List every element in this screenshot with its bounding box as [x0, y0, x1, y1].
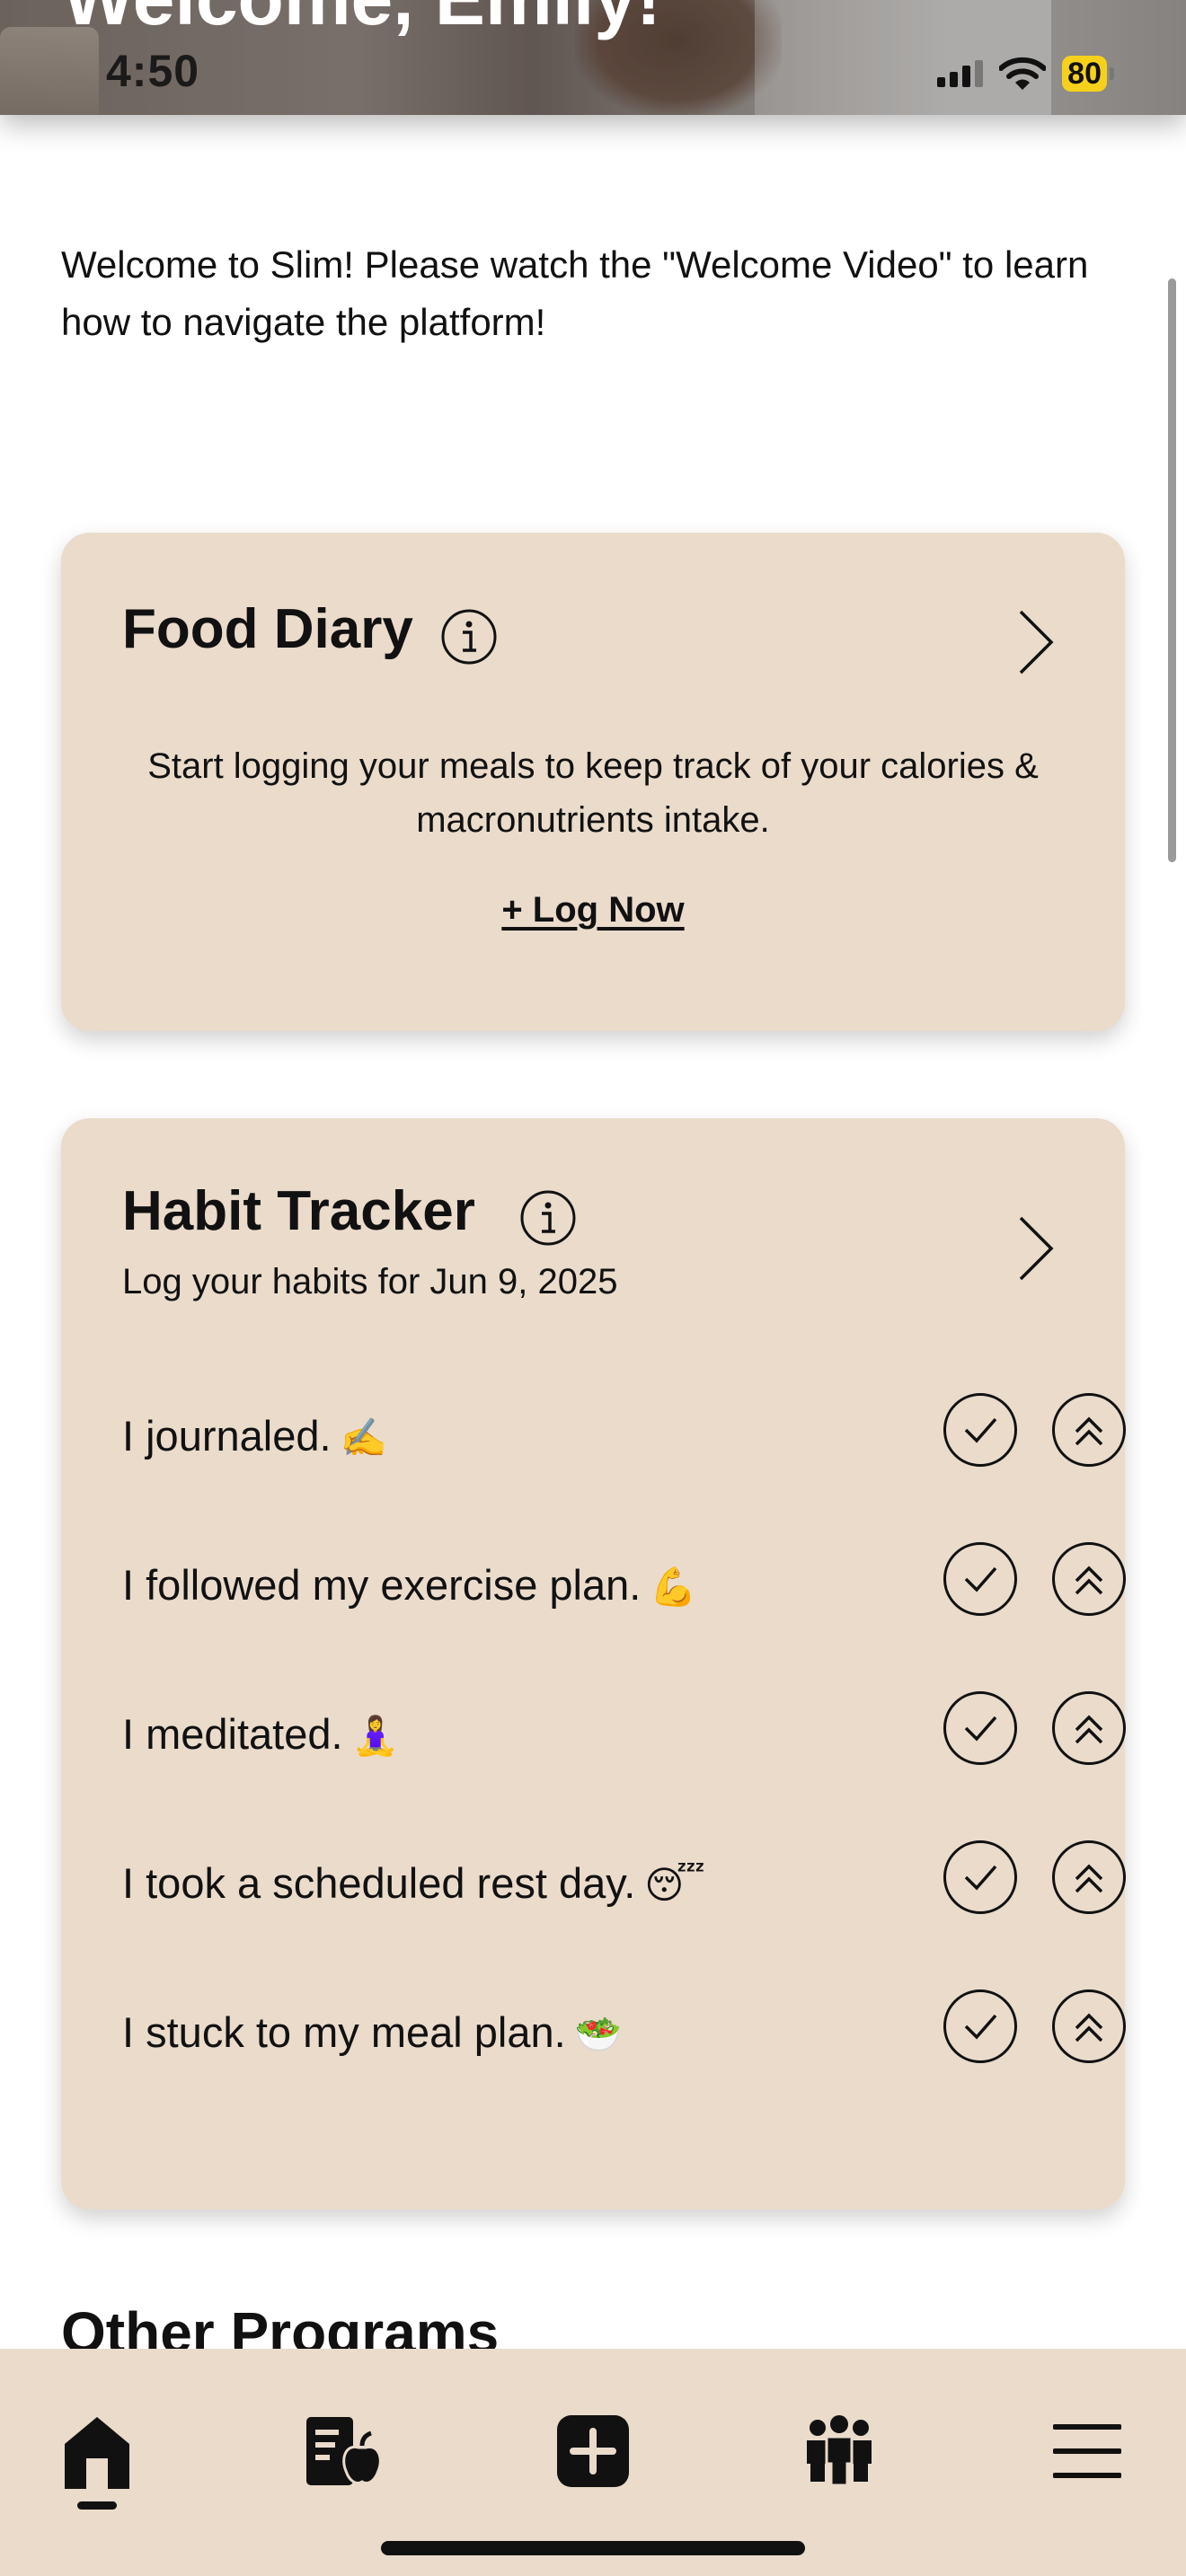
- status-icons: 80: [937, 54, 1114, 93]
- habit-label: I took a scheduled rest day. 😴: [122, 1859, 705, 1907]
- habit-row-rest-day: I took a scheduled rest day. 😴: [122, 1840, 1126, 1921]
- chevron-right-icon[interactable]: [1013, 1213, 1058, 1284]
- header-banner: Welcome, Emily! 4:50 80: [0, 0, 1186, 115]
- habit-streak-button[interactable]: [1052, 1989, 1126, 2063]
- check-icon: [964, 1865, 997, 1891]
- nav-home[interactable]: [52, 2406, 142, 2496]
- home-icon: [65, 2417, 129, 2489]
- habit-tracker-card: Habit Tracker Log your habits for Jun 9,…: [61, 1118, 1126, 2210]
- bottom-navigation: [0, 2349, 1186, 2576]
- nav-add[interactable]: [548, 2406, 638, 2496]
- nav-active-indicator: [77, 2501, 117, 2510]
- check-icon: [964, 1417, 997, 1443]
- habit-label: I stuck to my meal plan. 🥗: [122, 2008, 622, 2056]
- habit-row-meal-plan: I stuck to my meal plan. 🥗: [122, 1989, 1126, 2070]
- habit-streak-button[interactable]: [1052, 1840, 1126, 1914]
- double-chevron-up-icon: [1075, 1864, 1103, 1893]
- habit-label: I followed my exercise plan. 💪: [122, 1561, 697, 1609]
- habit-check-button[interactable]: [943, 1393, 1017, 1467]
- flexed-biceps-icon: 💪: [650, 1565, 697, 1609]
- habit-check-button[interactable]: [943, 1840, 1017, 1914]
- double-chevron-up-icon: [1075, 2013, 1103, 2042]
- habit-streak-button[interactable]: [1052, 1542, 1126, 1616]
- double-chevron-up-icon: [1075, 1416, 1103, 1446]
- double-chevron-up-icon: [1075, 1715, 1103, 1744]
- info-icon[interactable]: [440, 608, 498, 666]
- nav-menu[interactable]: [1042, 2406, 1132, 2496]
- status-time: 4:50: [106, 46, 200, 96]
- wifi-icon: [999, 57, 1047, 90]
- scrollbar[interactable]: [1168, 278, 1176, 862]
- battery-indicator: 80: [1062, 56, 1114, 92]
- habit-streak-button[interactable]: [1052, 1691, 1126, 1765]
- salad-icon: 🥗: [574, 2012, 622, 2056]
- meditation-icon: 🧘‍♀️: [351, 1714, 399, 1758]
- menu-icon: [1053, 2424, 1121, 2478]
- habit-row-journaled: I journaled. ✍️: [122, 1393, 1126, 1474]
- food-diary-description: Start logging your meals to keep track o…: [147, 746, 1039, 840]
- habit-streak-button[interactable]: [1052, 1393, 1126, 1467]
- habit-label: I journaled. ✍️: [122, 1412, 387, 1460]
- food-diary-title: Food Diary: [122, 598, 413, 660]
- check-icon: [964, 2014, 997, 2040]
- check-icon: [964, 1716, 997, 1742]
- double-chevron-up-icon: [1075, 1566, 1103, 1595]
- nav-nutrition[interactable]: [300, 2406, 390, 2496]
- habit-row-exercise: I followed my exercise plan. 💪: [122, 1542, 1126, 1623]
- habit-tracker-title: Habit Tracker: [122, 1180, 475, 1242]
- habit-row-meditated: I meditated. 🧘‍♀️: [122, 1691, 1126, 1772]
- nutrition-icon: [306, 2417, 382, 2485]
- info-icon[interactable]: [519, 1189, 577, 1247]
- add-icon: [557, 2415, 629, 2487]
- habit-label: I meditated. 🧘‍♀️: [122, 1710, 399, 1758]
- habit-check-button[interactable]: [943, 1542, 1017, 1616]
- food-diary-card[interactable]: Food Diary Start logging your meals to k…: [61, 533, 1125, 1031]
- habit-check-button[interactable]: [943, 1989, 1017, 2063]
- nav-community[interactable]: [794, 2406, 884, 2496]
- cellular-signal-icon: [937, 60, 984, 87]
- check-icon: [964, 1566, 997, 1592]
- writing-hand-icon: ✍️: [340, 1416, 387, 1460]
- log-now-link[interactable]: + Log Now: [61, 890, 1125, 931]
- community-icon: [807, 2415, 872, 2487]
- habit-tracker-date: Log your habits for Jun 9, 2025: [122, 1262, 618, 1301]
- chevron-right-icon[interactable]: [1013, 606, 1058, 678]
- sleeping-face-icon: 😴: [644, 1863, 705, 1907]
- home-indicator: [381, 2541, 805, 2555]
- welcome-message: Welcome to Slim! Please watch the "Welco…: [61, 243, 1089, 343]
- welcome-heading: Welcome, Emily!: [63, 0, 661, 42]
- habit-check-button[interactable]: [943, 1691, 1017, 1765]
